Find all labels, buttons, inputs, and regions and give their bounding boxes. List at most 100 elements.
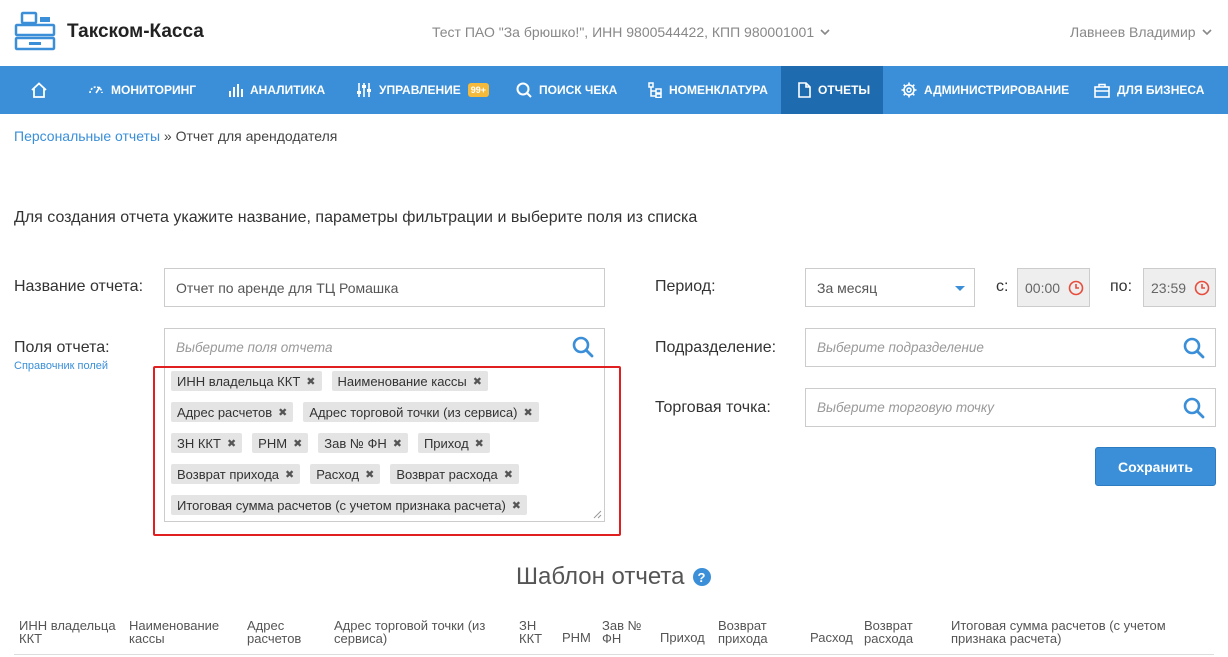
nav-administration[interactable]: Администрирование bbox=[901, 66, 1069, 114]
period-label: Период: bbox=[655, 278, 716, 295]
speedometer-icon bbox=[89, 86, 103, 94]
search-icon bbox=[516, 82, 532, 98]
from-label: с: bbox=[996, 278, 1009, 295]
main-navbar: Мониторинг Аналитика Управление 99+ Поис… bbox=[0, 66, 1228, 114]
nav-monitoring[interactable]: Мониторинг bbox=[88, 66, 196, 114]
breadcrumb-current: Отчет для арендодателя bbox=[175, 128, 338, 144]
nav-label: Номенклатура bbox=[669, 83, 768, 97]
report-fields-placeholder: Выберите поля отчета bbox=[176, 339, 333, 355]
from-time-input[interactable]: 00:00 bbox=[1017, 268, 1090, 307]
report-fields-search-input[interactable]: Выберите поля отчета bbox=[164, 328, 605, 366]
division-label: Подразделение: bbox=[655, 339, 777, 356]
table-column-header: ИНН владельца ККТ bbox=[19, 619, 116, 645]
from-time-value: 00:00 bbox=[1025, 279, 1061, 296]
table-column-header: Возврат расхода bbox=[864, 619, 913, 645]
nav-for-business[interactable]: Для бизнеса bbox=[1094, 66, 1204, 114]
nav-management[interactable]: Управление 99+ bbox=[356, 66, 490, 114]
nav-home[interactable] bbox=[30, 66, 48, 114]
organization-name: Тест ПАО "За брюшко!", ИНН 9800544422, К… bbox=[432, 24, 815, 40]
retail-point-input[interactable]: Выберите торговую точку bbox=[805, 388, 1216, 427]
report-name-input[interactable]: Отчет по аренде для ТЦ Ромашка bbox=[164, 268, 605, 307]
table-column-header: Итоговая сумма расчетов (с учетом признак… bbox=[951, 619, 1166, 645]
column-header-line: ФН bbox=[602, 631, 622, 646]
user-menu[interactable]: Лавнеев Владимир bbox=[1070, 24, 1212, 40]
notification-badge: 99+ bbox=[467, 83, 490, 97]
nav-label: Аналитика bbox=[250, 83, 326, 97]
nav-label: Администрирование bbox=[924, 83, 1070, 97]
app-header: Такском-Касса Тест ПАО "За брюшко!", ИНН… bbox=[0, 0, 1228, 66]
division-placeholder: Выберите подразделение bbox=[817, 340, 984, 355]
app-name: Такском-Касса bbox=[67, 21, 204, 42]
clock-icon bbox=[1194, 280, 1210, 296]
table-column-header: Возврат прихода bbox=[718, 619, 768, 645]
nav-label: Мониторинг bbox=[111, 83, 197, 97]
column-header-line: кассы bbox=[129, 631, 165, 646]
clock-icon bbox=[1068, 280, 1084, 296]
column-header-line: расхода bbox=[864, 631, 914, 646]
column-header-line: расчетов bbox=[247, 631, 302, 646]
breadcrumb-separator: » bbox=[163, 128, 172, 144]
retail-point-label: Торговая точка: bbox=[655, 399, 771, 416]
breadcrumb: Персональные отчеты » Отчет для арендода… bbox=[14, 128, 337, 144]
table-column-header: Зав № ФН bbox=[602, 619, 642, 645]
nav-nomenclature[interactable]: Номенклатура bbox=[648, 66, 768, 114]
home-icon bbox=[31, 82, 47, 98]
breadcrumb-link-personal-reports[interactable]: Персональные отчеты bbox=[14, 128, 160, 144]
highlight-frame bbox=[153, 366, 621, 536]
table-column-header: Наименование кассы bbox=[129, 619, 219, 645]
search-icon[interactable] bbox=[1183, 337, 1205, 359]
table-column-header: Расход bbox=[810, 631, 853, 644]
table-column-header: Адрес торговой точки (из сервиса) bbox=[334, 619, 485, 645]
to-label: по: bbox=[1110, 278, 1133, 295]
retail-point-placeholder: Выберите торговую точку bbox=[817, 400, 995, 415]
chevron-down-icon bbox=[1201, 28, 1212, 35]
save-button[interactable]: Сохранить bbox=[1095, 447, 1216, 486]
nav-analytics[interactable]: Аналитика bbox=[228, 66, 325, 114]
search-icon[interactable] bbox=[572, 336, 594, 358]
report-name-label: Название отчета: bbox=[14, 278, 144, 295]
column-header-line: ККТ bbox=[519, 631, 543, 646]
report-name-value: Отчет по аренде для ТЦ Ромашка bbox=[176, 279, 399, 296]
column-header-line: Расход bbox=[810, 630, 853, 645]
page-instructions: Для создания отчета укажите название, па… bbox=[14, 209, 698, 226]
hierarchy-icon bbox=[648, 82, 662, 98]
gear-icon bbox=[901, 82, 917, 98]
table-divider bbox=[14, 654, 1214, 655]
to-time-value: 23:59 bbox=[1151, 279, 1187, 296]
document-icon bbox=[798, 82, 811, 98]
nav-reports[interactable]: Отчеты bbox=[781, 66, 883, 114]
column-header-line: ККТ bbox=[19, 631, 43, 646]
user-name: Лавнеев Владимир bbox=[1070, 24, 1196, 40]
fields-reference-link[interactable]: Справочник полей bbox=[14, 360, 108, 372]
nav-label: Для бизнеса bbox=[1117, 83, 1205, 97]
column-header-line: сервиса) bbox=[334, 631, 388, 646]
template-title: Шаблон отчета bbox=[516, 563, 685, 590]
column-header-line: признака расчета) bbox=[951, 631, 1062, 646]
nav-label: Управление bbox=[379, 83, 461, 97]
period-value: За месяц bbox=[817, 279, 878, 296]
organization-selector[interactable]: Тест ПАО "За брюшко!", ИНН 9800544422, К… bbox=[432, 24, 830, 40]
chevron-down-icon bbox=[820, 29, 830, 36]
table-column-header: Приход bbox=[660, 631, 705, 644]
table-column-header: РНМ bbox=[562, 631, 591, 644]
column-header-line: Приход bbox=[660, 630, 705, 645]
report-fields-label: Поля отчета: bbox=[14, 339, 110, 356]
sliders-icon bbox=[357, 83, 371, 97]
search-icon[interactable] bbox=[1183, 397, 1205, 419]
column-header-line: прихода bbox=[718, 631, 768, 646]
help-icon[interactable]: ? bbox=[692, 568, 711, 586]
cash-register-logo-icon[interactable] bbox=[14, 11, 56, 53]
caret-down-icon bbox=[955, 286, 965, 291]
division-input[interactable]: Выберите подразделение bbox=[805, 328, 1216, 367]
nav-label: Отчеты bbox=[818, 83, 871, 97]
briefcase-icon bbox=[1094, 83, 1110, 98]
table-column-header: Адрес расчетов bbox=[247, 619, 301, 645]
nav-label: Поиск чека bbox=[539, 83, 618, 97]
nav-receipt-search[interactable]: Поиск чека bbox=[516, 66, 617, 114]
table-column-header: ЗН ККТ bbox=[519, 619, 542, 645]
period-select[interactable]: За месяц bbox=[805, 268, 975, 307]
column-header-line: РНМ bbox=[562, 630, 591, 645]
to-time-input[interactable]: 23:59 bbox=[1143, 268, 1216, 307]
template-heading: Шаблон отчета ? bbox=[516, 563, 711, 591]
bar-chart-icon bbox=[229, 84, 243, 97]
